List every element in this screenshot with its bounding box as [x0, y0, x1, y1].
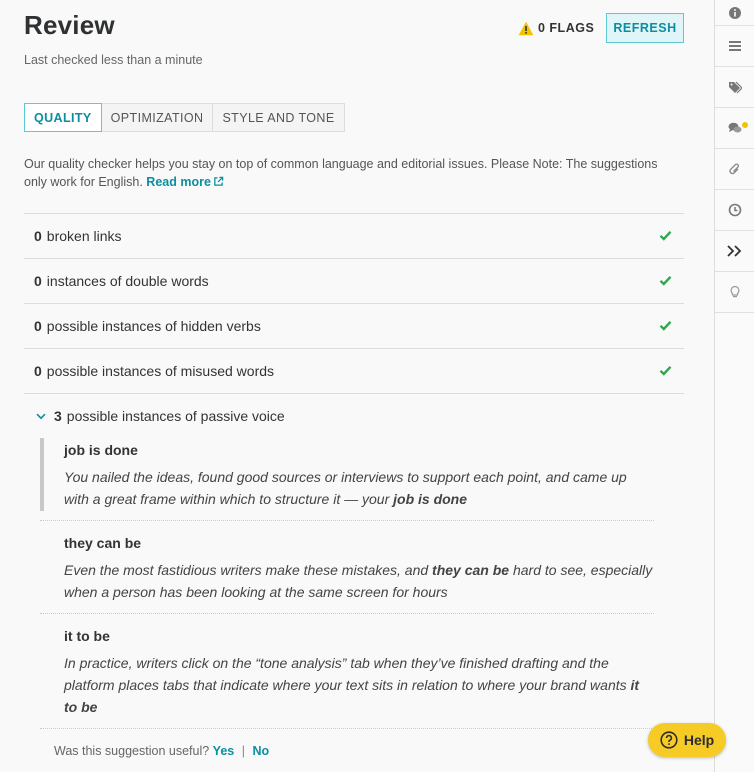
checkmark-icon	[659, 230, 672, 241]
checkmark-icon	[659, 320, 672, 331]
page-title: Review	[24, 10, 115, 40]
last-checked-text: Last checked less than a minute	[24, 53, 203, 67]
read-more-label: Read more	[146, 175, 211, 189]
suggestion-item[interactable]: job is done You nailed the ideas, found …	[40, 438, 654, 521]
suggestion-item[interactable]: they can be Even the most fastidious wri…	[40, 521, 654, 614]
check-label: possible instances of misused words	[46, 363, 275, 379]
passive-voice-suggestions: job is done You nailed the ideas, found …	[40, 438, 654, 729]
rail-ideas[interactable]	[715, 272, 754, 313]
lightbulb-icon	[730, 285, 739, 298]
check-hidden-verbs: 0 possible instances of hidden verbs	[24, 303, 684, 348]
history-icon	[728, 203, 741, 217]
checkmark-icon	[659, 275, 672, 286]
info-icon	[728, 6, 741, 19]
check-count: 0	[34, 363, 42, 379]
suggestion-phrase: it to be	[64, 628, 110, 644]
feedback-question: Was this suggestion useful?	[54, 744, 210, 758]
quality-description: Our quality checker helps you stay on to…	[24, 155, 664, 191]
rail-attachments[interactable]	[715, 149, 754, 190]
rail-expand[interactable]	[715, 231, 754, 272]
suggestion-sentence: Even the most fastidious writers make th…	[64, 562, 653, 600]
tab-optimization[interactable]: OPTIMIZATION	[100, 103, 214, 132]
checkmark-icon	[659, 365, 672, 376]
notification-dot	[742, 122, 748, 128]
flags-count: 0 FLAGS	[538, 21, 595, 35]
check-label: possible instances of hidden verbs	[46, 318, 261, 334]
read-more-link[interactable]: Read more	[146, 175, 224, 189]
right-sidebar	[714, 0, 754, 772]
review-tabs: QUALITY OPTIMIZATION STYLE AND TONE	[24, 103, 345, 132]
external-link-icon	[214, 176, 224, 186]
check-double-words: 0 instances of double words	[24, 258, 684, 303]
check-misused-words: 0 possible instances of misused words	[24, 348, 684, 393]
check-count: 0	[34, 318, 42, 334]
suggestion-match: they can be	[432, 562, 510, 578]
review-panel: Review Last checked less than a minute 0…	[24, 0, 684, 772]
refresh-button[interactable]: REFRESH	[606, 13, 684, 43]
tags-icon	[728, 81, 742, 94]
rail-comments[interactable]	[715, 108, 754, 149]
check-count: 0	[34, 273, 42, 289]
check-passive-voice-toggle[interactable]: 3 possible instances of passive voice	[24, 393, 684, 438]
tab-quality[interactable]: QUALITY	[24, 103, 102, 132]
rail-tags[interactable]	[715, 67, 754, 108]
suggestion-match: job is done	[393, 491, 468, 507]
chevron-down-icon	[36, 413, 46, 419]
rail-info[interactable]	[715, 0, 754, 26]
rail-history[interactable]	[715, 190, 754, 231]
suggestion-sentence: In practice, writers click on the “tone …	[64, 655, 640, 715]
suggestion-phrase: job is done	[64, 442, 138, 458]
help-label: Help	[683, 732, 715, 748]
feedback-separator: |	[241, 744, 245, 758]
comments-icon	[728, 122, 741, 133]
suggestion-feedback: Was this suggestion useful? Yes | No	[54, 744, 269, 758]
check-label: broken links	[46, 228, 122, 244]
feedback-yes-link[interactable]: Yes	[213, 744, 235, 758]
suggestion-phrase: they can be	[64, 535, 142, 551]
expand-icon	[726, 245, 741, 257]
suggestion-item[interactable]: it to be In practice, writers click on t…	[40, 614, 654, 729]
check-count: 3	[54, 408, 62, 424]
quality-checks: 0 broken links 0 instances of double wor…	[24, 213, 684, 438]
rail-list[interactable]	[715, 26, 754, 67]
check-label: instances of double words	[46, 273, 209, 289]
feedback-no-link[interactable]: No	[252, 744, 269, 758]
help-button[interactable]: Help	[648, 723, 726, 757]
tab-style-and-tone[interactable]: STYLE AND TONE	[212, 103, 345, 132]
warning-icon	[518, 21, 534, 35]
attachment-icon	[728, 163, 739, 175]
suggestion-sentence: You nailed the ideas, found good sources…	[64, 469, 627, 507]
check-count: 0	[34, 228, 42, 244]
question-icon	[660, 731, 678, 749]
check-label: possible instances of passive voice	[66, 408, 285, 424]
description-text: Our quality checker helps you stay on to…	[24, 157, 658, 189]
flags-indicator: 0 FLAGS	[518, 18, 594, 38]
list-icon	[728, 41, 741, 51]
check-broken-links: 0 broken links	[24, 213, 684, 258]
